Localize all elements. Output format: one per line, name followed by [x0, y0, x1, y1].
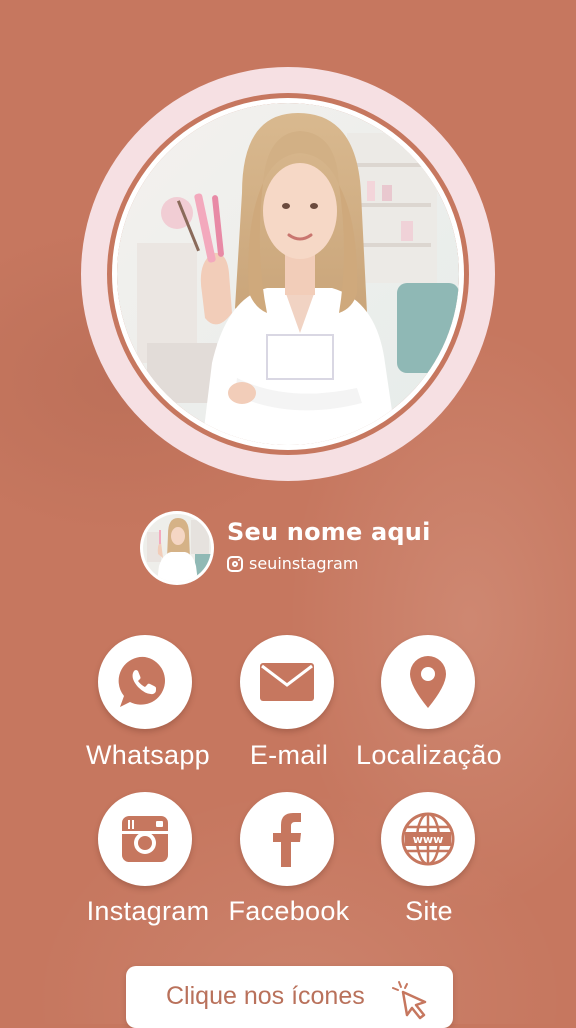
- instagram-icon: [122, 816, 168, 862]
- profile-name: Seu nome aqui: [227, 518, 431, 546]
- location-button[interactable]: [381, 635, 475, 729]
- profile-handle-text: seuinstagram: [249, 554, 359, 573]
- cta-label: Clique nos ícones: [166, 982, 365, 1010]
- site-label[interactable]: Site: [334, 896, 524, 926]
- avatar-photo: [143, 514, 211, 582]
- avatar-portrait-illustration: [143, 514, 211, 582]
- facebook-button[interactable]: [240, 792, 334, 886]
- instagram-icon: [227, 555, 243, 572]
- email-button[interactable]: [240, 635, 334, 729]
- site-button[interactable]: www: [381, 792, 475, 886]
- profile-handle[interactable]: seuinstagram: [227, 554, 358, 573]
- avatar: [140, 511, 214, 585]
- woman-portrait-illustration: [117, 103, 459, 445]
- whatsapp-button[interactable]: [98, 635, 192, 729]
- location-pin-icon: [410, 656, 446, 708]
- hero-photo-frame: [81, 67, 495, 481]
- whatsapp-icon: [118, 656, 165, 707]
- cursor-click-icon: [392, 981, 427, 1020]
- instagram-button[interactable]: [98, 792, 192, 886]
- location-label[interactable]: Localização: [334, 740, 524, 770]
- hero-photo: [117, 103, 459, 445]
- globe-www-icon: www: [401, 812, 455, 866]
- mail-icon: [260, 663, 314, 701]
- facebook-icon: [273, 813, 301, 867]
- click-icons-button[interactable]: Clique nos ícones: [126, 966, 453, 1028]
- svg-text:www: www: [413, 833, 444, 846]
